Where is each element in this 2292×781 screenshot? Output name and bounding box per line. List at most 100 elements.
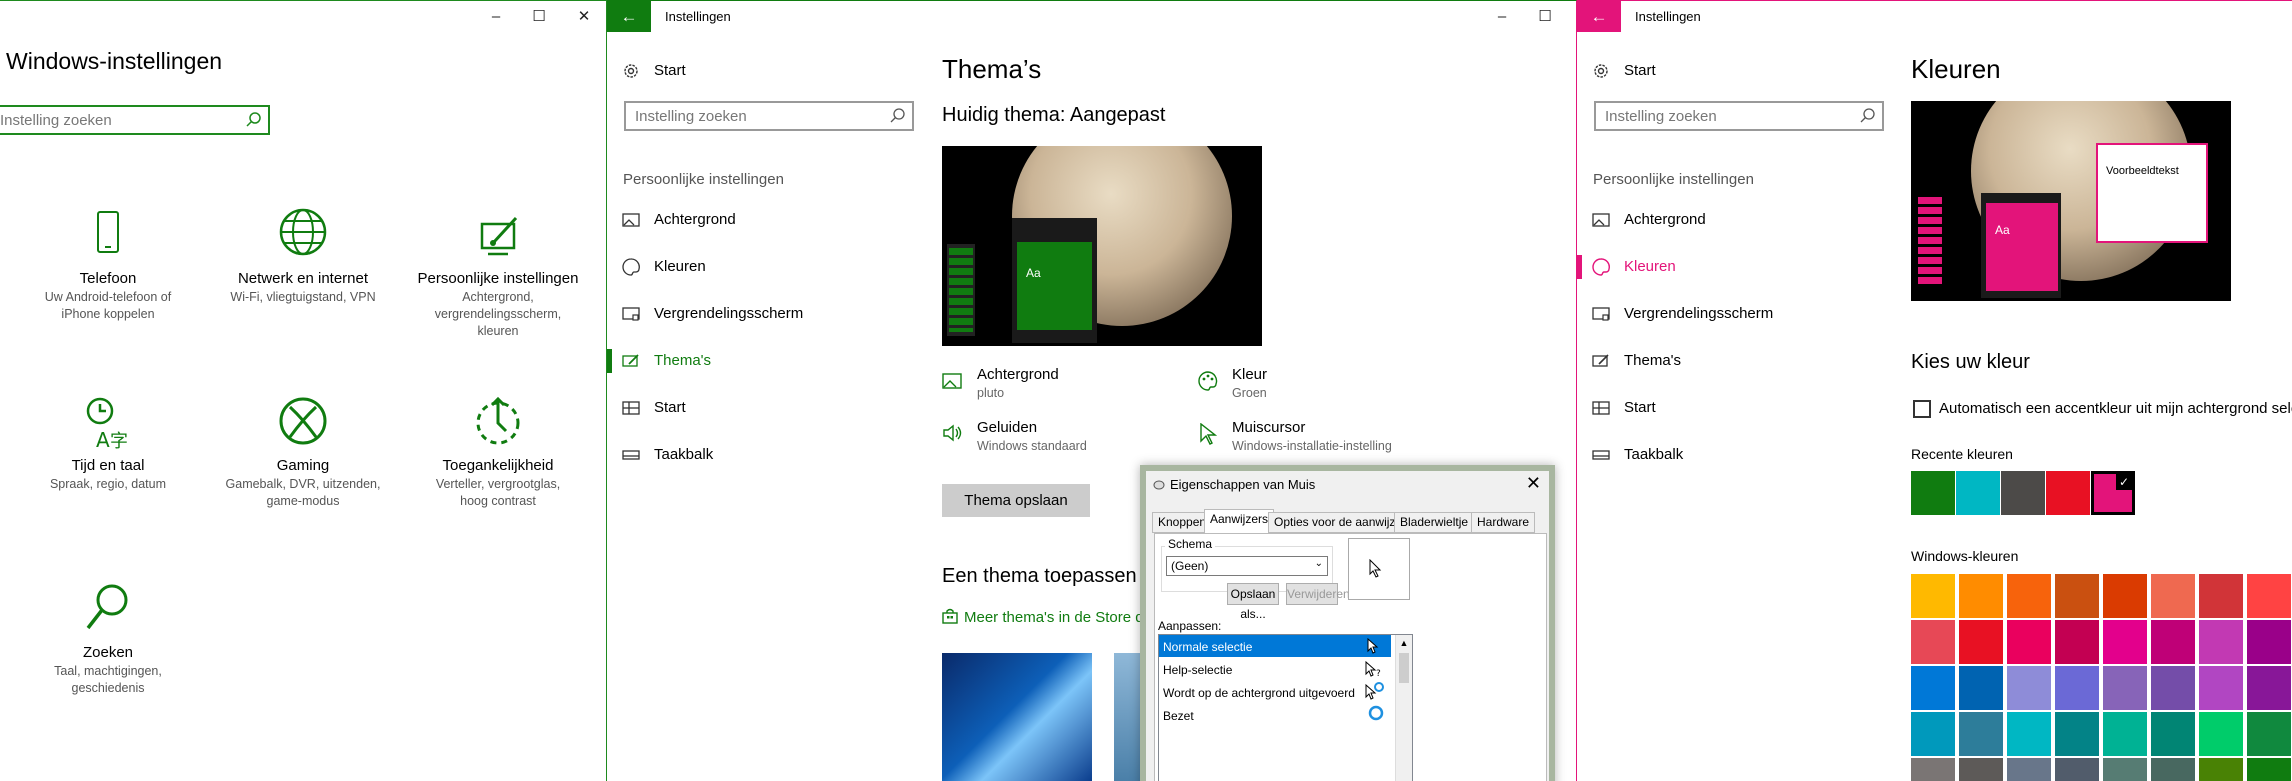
auto-accent-checkbox[interactable] (1913, 400, 1931, 418)
cursor-list[interactable]: Normale selectie Help-selectie ? Wordt o… (1158, 634, 1413, 781)
search-input[interactable]: Instelling zoeken (1594, 101, 1884, 131)
tile-personalization[interactable]: Persoonlijke instellingen Achtergrond, v… (398, 206, 598, 340)
nav-themes[interactable]: Thema's (607, 341, 897, 381)
list-item[interactable]: Help-selectie ? (1159, 658, 1391, 680)
save-theme-button[interactable]: Thema opslaan (942, 484, 1090, 517)
color-swatch[interactable] (1959, 712, 2003, 756)
tile-gaming[interactable]: Gaming Gamebalk, DVR, uitzenden, game-mo… (203, 393, 403, 510)
svg-text:?: ? (1376, 669, 1381, 679)
nav-colors[interactable]: Kleuren (607, 247, 897, 287)
color-swatch[interactable] (2199, 620, 2243, 664)
close-button[interactable]: ✕ (561, 1, 606, 32)
color-swatch[interactable] (2247, 574, 2291, 618)
minimize-button[interactable]: – (473, 1, 519, 32)
delete-button[interactable]: Verwijderen (1286, 583, 1350, 605)
schema-select[interactable]: (Geen) ⌄ (1166, 556, 1328, 576)
color-swatch[interactable] (2055, 712, 2099, 756)
color-swatch[interactable] (2199, 574, 2243, 618)
color-swatch[interactable] (1911, 758, 1955, 781)
color-swatch[interactable] (2103, 712, 2147, 756)
color-swatch[interactable] (1911, 574, 1955, 618)
color-swatch[interactable] (2151, 574, 2195, 618)
color-swatch[interactable] (2046, 471, 2090, 515)
back-button[interactable]: ← (1577, 1, 1621, 32)
tile-time-language[interactable]: A字 Tijd en taal Spraak, regio, datum (8, 393, 208, 493)
selected-indicator (607, 349, 612, 373)
color-swatch[interactable] (2055, 574, 2099, 618)
color-swatch[interactable] (1959, 666, 2003, 710)
color-swatch[interactable] (2151, 666, 2195, 710)
color-swatch[interactable] (2247, 712, 2291, 756)
search-input[interactable]: Instelling zoeken (0, 105, 270, 135)
color-swatch[interactable] (2199, 666, 2243, 710)
list-item[interactable]: Wordt op de achtergrond uitgevoerd (1159, 681, 1391, 703)
nav-start-menu[interactable]: Start (1577, 388, 1867, 428)
color-swatch[interactable] (2007, 620, 2051, 664)
scroll-thumb[interactable] (1399, 653, 1409, 683)
close-button[interactable]: ✕ (1526, 473, 1541, 494)
color-swatch[interactable] (1959, 574, 2003, 618)
list-item-label: Wordt op de achtergrond uitgevoerd (1163, 686, 1355, 700)
color-swatch[interactable] (2247, 666, 2291, 710)
color-swatch[interactable] (2151, 758, 2195, 781)
color-swatch[interactable] (2247, 758, 2291, 781)
color-swatch[interactable] (1911, 620, 1955, 664)
nav-lockscreen[interactable]: Vergrendelingsscherm (607, 294, 897, 334)
tab-wheel[interactable]: Bladerwieltje (1394, 512, 1475, 533)
color-swatch[interactable] (1959, 620, 2003, 664)
back-button[interactable]: ← (607, 1, 651, 32)
color-swatch[interactable] (2007, 574, 2051, 618)
nav-start[interactable]: Start (1577, 51, 1867, 91)
color-swatch[interactable] (2007, 758, 2051, 781)
color-swatch[interactable] (1956, 471, 2000, 515)
maximize-button[interactable]: ☐ (1522, 1, 1568, 32)
tab-pointers[interactable]: Aanwijzers (1204, 509, 1275, 534)
color-swatch[interactable] (2007, 666, 2051, 710)
color-swatch[interactable] (1911, 712, 1955, 756)
color-swatch[interactable] (2007, 712, 2051, 756)
color-swatch[interactable] (2001, 471, 2045, 515)
color-swatch[interactable] (2247, 620, 2291, 664)
tile-search[interactable]: Zoeken Taal, machtigingen, geschiedenis (8, 580, 208, 697)
color-swatch[interactable] (2055, 666, 2099, 710)
color-swatch[interactable]: ✓ (2091, 471, 2135, 515)
nav-themes[interactable]: Thema's (1577, 341, 1867, 381)
tab-hardware[interactable]: Hardware (1471, 512, 1536, 533)
nav-taskbar[interactable]: Taakbalk (1577, 435, 1867, 475)
color-swatch[interactable] (2103, 620, 2147, 664)
list-item-selected[interactable]: Normale selectie (1159, 635, 1391, 657)
color-swatch[interactable] (2055, 620, 2099, 664)
color-swatch[interactable] (2199, 758, 2243, 781)
color-swatch[interactable] (2103, 758, 2147, 781)
color-swatch[interactable] (1911, 666, 1955, 710)
scroll-up-icon[interactable]: ▲ (1396, 635, 1412, 651)
list-scrollbar[interactable]: ▲ (1395, 635, 1412, 781)
nav-taskbar[interactable]: Taakbalk (607, 435, 897, 475)
color-swatch[interactable] (2055, 758, 2099, 781)
tile-ease-of-access[interactable]: Toegankelijkheid Verteller, vergrootglas… (398, 393, 598, 510)
color-swatch[interactable] (1911, 471, 1955, 515)
search-input[interactable]: Instelling zoeken (624, 101, 914, 131)
nav-background[interactable]: Achtergrond (607, 200, 897, 240)
color-swatch[interactable] (2103, 574, 2147, 618)
color-swatch[interactable] (2151, 712, 2195, 756)
minimize-button[interactable]: – (1479, 1, 1525, 32)
tab-pointer-options[interactable]: Opties voor de aanwijzer (1268, 512, 1413, 533)
nav-start-menu[interactable]: Start (607, 388, 897, 428)
list-item[interactable]: Bezet (1159, 704, 1391, 726)
busy-cursor-icon (1368, 705, 1384, 721)
nav-start[interactable]: Start (607, 51, 897, 91)
color-swatch[interactable] (2199, 712, 2243, 756)
nav-colors[interactable]: Kleuren (1577, 247, 1867, 287)
color-swatch[interactable] (1959, 758, 2003, 781)
color-swatch[interactable] (2151, 620, 2195, 664)
tile-phone[interactable]: Telefoon Uw Android-telefoon of iPhone k… (8, 206, 208, 323)
help-cursor-icon: ? (1365, 661, 1381, 679)
color-swatch[interactable] (2103, 666, 2147, 710)
maximize-button[interactable]: ☐ (516, 1, 562, 32)
tile-network[interactable]: Netwerk en internet Wi-Fi, vliegtuigstan… (203, 206, 403, 306)
save-as-button[interactable]: Opslaan als... (1227, 583, 1279, 621)
theme-thumbnail-windows[interactable] (942, 653, 1092, 781)
nav-lockscreen[interactable]: Vergrendelingsscherm (1577, 294, 1867, 334)
nav-background[interactable]: Achtergrond (1577, 200, 1867, 240)
